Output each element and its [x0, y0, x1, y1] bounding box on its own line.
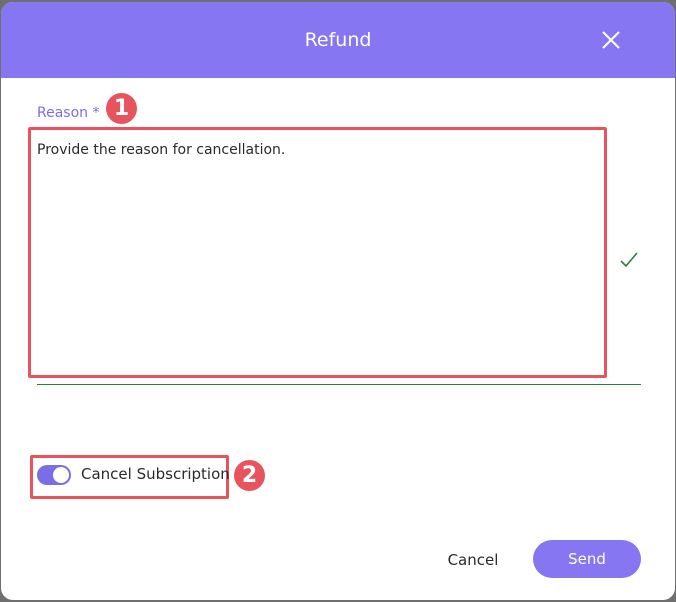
reason-textarea[interactable]: Provide the reason for cancellation. [37, 142, 597, 362]
reason-label: Reason * [37, 105, 100, 121]
toggle-knob [53, 467, 69, 483]
cancel-subscription-label: Cancel Subscription [81, 465, 230, 483]
cancel-button[interactable]: Cancel [433, 542, 513, 578]
cancel-subscription-toggle[interactable] [37, 465, 71, 485]
dialog-title: Refund [304, 29, 372, 51]
reason-underline [37, 384, 641, 385]
send-button[interactable]: Send [533, 540, 641, 578]
close-icon[interactable] [597, 26, 625, 54]
check-icon [617, 248, 641, 272]
refund-dialog: Refund Reason * 1 Provide the reason for… [1, 2, 675, 600]
annotation-badge-1: 1 [106, 93, 137, 124]
annotation-badge-2: 2 [234, 460, 265, 491]
dialog-header: Refund [1, 2, 675, 78]
